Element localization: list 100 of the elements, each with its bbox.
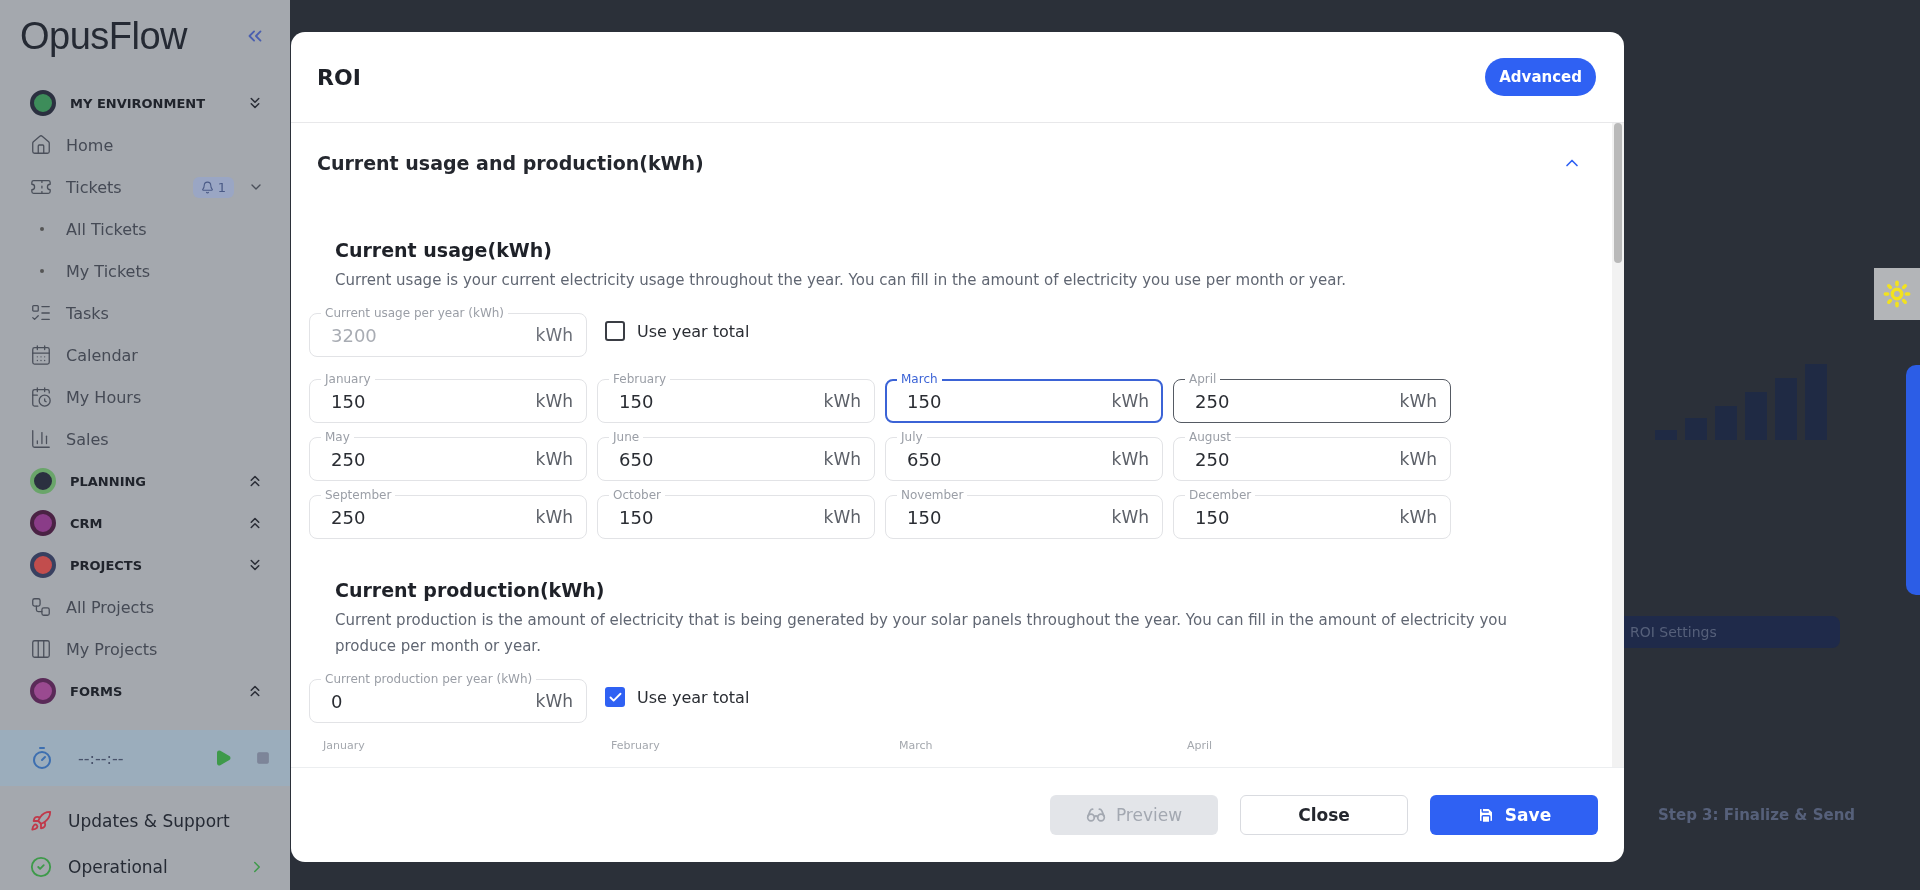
field-value: 0 [331, 690, 344, 712]
description: Current production is the amount of electricity that is being generated by your solar panels throughout the year. You can fill in the amount of electricity you produce per month or year. [335, 610, 1508, 657]
checkbox-label: Use year total [637, 687, 750, 707]
glasses-icon [1085, 805, 1106, 825]
close-button[interactable]: Close [1240, 795, 1408, 835]
unit-label: kWh [1111, 391, 1149, 411]
unit-label: kWh [823, 391, 861, 411]
field-value: 250 [1195, 448, 1231, 470]
sidebar-link[interactable]: Operational [68, 857, 232, 877]
menu-icon [30, 428, 52, 450]
sidebar-group[interactable]: PLANNING [70, 473, 232, 489]
timer-text: --:--:-- [78, 748, 125, 768]
field-label: January [321, 371, 375, 387]
sidebar-item[interactable]: My Tickets [66, 261, 264, 281]
unit-label: kWh [823, 449, 861, 469]
group-icon [30, 552, 56, 578]
sidebar-group[interactable]: PROJECTS [70, 557, 232, 573]
unit-label: kWh [535, 391, 573, 411]
unit-label: kWh [1399, 391, 1437, 411]
save-button[interactable]: Save [1430, 795, 1598, 835]
sidebar-link[interactable]: Updates & Support [68, 811, 266, 831]
number-input[interactable]: April 250 kWh [1173, 371, 1451, 423]
check-circle-icon [30, 856, 52, 878]
rocket-icon [30, 810, 52, 832]
sidebar-item[interactable]: Tickets [66, 177, 179, 197]
sidebar-item[interactable]: All Tickets [66, 219, 264, 239]
number-input[interactable]: Current production per year (kWh) 0 kWh [309, 671, 587, 723]
sidebar-item[interactable]: Home [66, 135, 264, 155]
field-value: 650 [619, 448, 655, 470]
unit-label: kWh [823, 507, 861, 527]
sidebar-group[interactable]: CRM [70, 515, 232, 531]
field-value: 150 [907, 506, 943, 528]
group-icon [30, 510, 56, 536]
field-label: Current usage per year (kWh) [321, 305, 509, 321]
number-input[interactable]: October 150 kWh [597, 487, 875, 539]
number-input[interactable]: March 150 kWh [885, 371, 1163, 423]
field-value: 150 [619, 390, 655, 412]
group-icon [30, 90, 56, 116]
subsection-title: Current usage(kWh) [335, 239, 553, 261]
scrollbar-thumb[interactable] [1614, 123, 1622, 263]
sidebar-item[interactable]: All Projects [66, 597, 264, 617]
sidebar-item[interactable]: My Hours [66, 387, 264, 407]
field-value: 3200 [331, 324, 378, 346]
menu-icon [30, 638, 52, 660]
field-label: March [898, 739, 934, 752]
field-label: Current production per year (kWh) [321, 671, 537, 687]
number-input[interactable]: December 150 kWh [1173, 487, 1451, 539]
sun-icon [1883, 280, 1911, 308]
field-value: 250 [331, 448, 367, 470]
sidebar-group[interactable]: FORMS [70, 683, 232, 699]
field-value: 150 [331, 390, 367, 412]
field-value: 250 [1195, 390, 1231, 412]
description: Current usage is your current electricity usage throughout the year. You can fill in the amount of electricity you use per month or year. [335, 270, 1347, 291]
field-label: June [609, 429, 644, 445]
field-value: 150 [907, 390, 943, 412]
number-input[interactable]: July 650 kWh [885, 429, 1163, 481]
field-label: August [1185, 429, 1235, 445]
group-icon [30, 678, 56, 704]
menu-icon [30, 596, 52, 618]
sidebar-group[interactable]: MY ENVIRONMENT [70, 95, 232, 111]
bullet-icon [40, 227, 44, 231]
dialog-title: ROI [317, 64, 361, 90]
field-label: April [1186, 739, 1214, 752]
stopwatch-icon [30, 746, 54, 770]
sidebar-item[interactable]: Tasks [66, 303, 264, 323]
number-input[interactable]: February 150 kWh [597, 371, 875, 423]
sidebar-item[interactable]: Calendar [66, 345, 264, 365]
group-icon [30, 468, 56, 494]
unit-label: kWh [535, 507, 573, 527]
unit-label: kWh [535, 449, 573, 469]
field-label: September [321, 487, 396, 503]
bullet-icon [40, 269, 44, 273]
checkbox[interactable] [605, 321, 625, 341]
unit-label: kWh [1111, 507, 1149, 527]
number-input[interactable]: September 250 kWh [309, 487, 587, 539]
sidebar-item[interactable]: Sales [66, 429, 264, 449]
number-input[interactable]: November 150 kWh [885, 487, 1163, 539]
number-input[interactable]: August 250 kWh [1173, 429, 1451, 481]
field-value: 650 [907, 448, 943, 470]
checkbox[interactable] [605, 687, 625, 707]
field-label: April [1185, 371, 1221, 387]
field-label: January [321, 739, 366, 752]
section-title[interactable]: Current usage and production(kWh) [317, 152, 704, 174]
logo: OpusFlow [20, 14, 188, 58]
field-label: May [321, 429, 354, 445]
number-input[interactable]: June 650 kWh [597, 429, 875, 481]
number-input[interactable]: May 250 kWh [309, 429, 587, 481]
checkbox-label: Use year total [637, 321, 750, 341]
field-value: 150 [619, 506, 655, 528]
unit-label: kWh [1399, 507, 1437, 527]
unit-label: kWh [1399, 449, 1437, 469]
menu-icon [30, 386, 52, 408]
field-label: July [897, 429, 927, 445]
menu-icon [30, 344, 52, 366]
advanced-button[interactable]: Advanced [1485, 58, 1596, 96]
sidebar-item[interactable]: My Projects [66, 639, 264, 659]
field-label: February [610, 739, 661, 752]
subsection-title: Current production(kWh) [335, 579, 606, 601]
field-value: 150 [1195, 506, 1231, 528]
number-input[interactable]: January 150 kWh [309, 371, 587, 423]
